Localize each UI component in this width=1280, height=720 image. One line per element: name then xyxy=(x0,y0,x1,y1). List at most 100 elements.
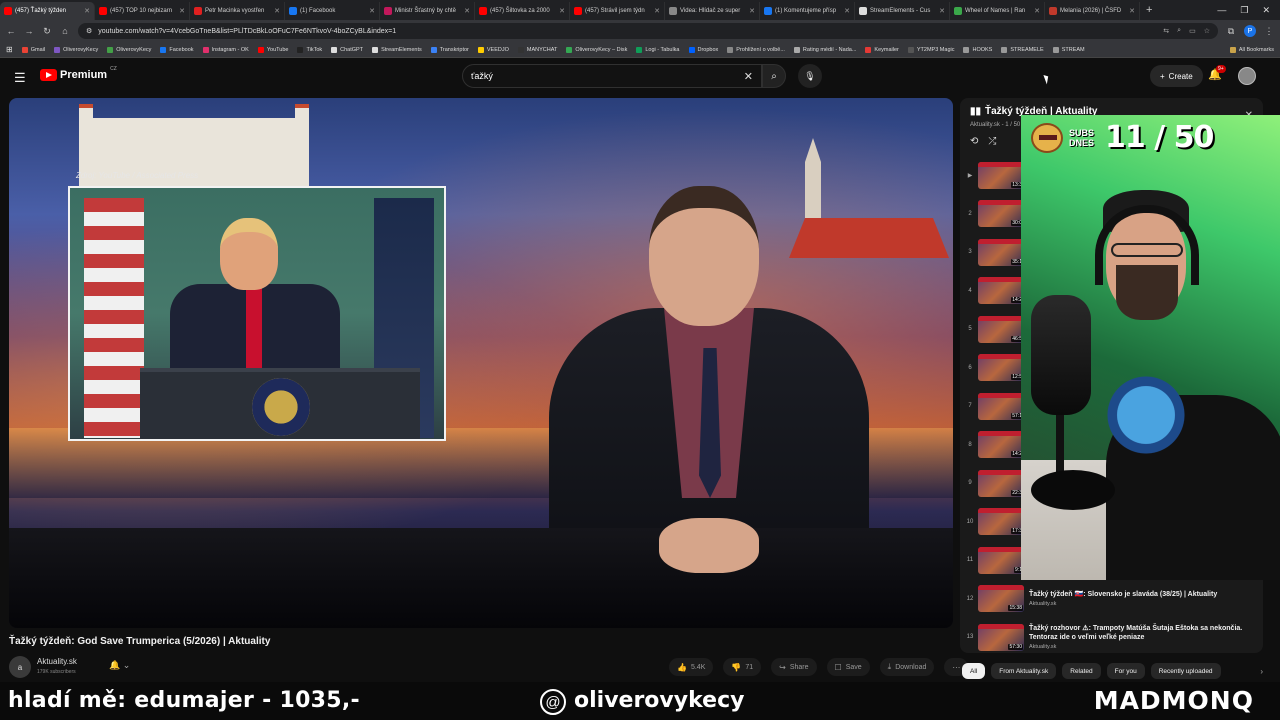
translate-icon[interactable]: ⇆ xyxy=(1163,27,1169,35)
browser-tab[interactable]: (457) Strávil jsem týdn ✕ xyxy=(570,2,665,20)
hamburger-menu-icon[interactable]: ☰ xyxy=(14,70,26,86)
bookmark-item[interactable]: Rating médií - Nada... xyxy=(793,46,856,53)
home-icon[interactable]: ⌂ xyxy=(60,26,70,36)
bookmark-item[interactable]: Dropbox xyxy=(688,46,718,53)
playlist-item[interactable]: 13 57:30 Ťažký rozhovor ⚠: Trampoty Matúša… xyxy=(960,618,1263,653)
browser-tab[interactable]: Videa: Hlídač ze super ✕ xyxy=(665,2,760,20)
filter-chip[interactable]: Recently uploaded xyxy=(1150,663,1221,679)
bookmark-item[interactable]: ChatGPT xyxy=(331,46,363,53)
site-info-icon[interactable]: ⚙ xyxy=(86,27,92,35)
bookmark-item[interactable]: OliverovyKecy xyxy=(54,46,98,53)
playlist-thumbnail[interactable]: 57:30 xyxy=(978,623,1024,651)
bookmark-item[interactable]: MANYCHAT xyxy=(517,46,557,53)
tab-close-icon[interactable]: ✕ xyxy=(654,7,660,15)
browser-tab[interactable]: Petr Macinka vyostřen ✕ xyxy=(190,2,285,20)
bookmark-item[interactable]: STREAMELE xyxy=(1001,46,1044,53)
playlist-thumbnail[interactable]: 57:1 xyxy=(978,392,1024,420)
url-omnibox[interactable]: ⚙ youtube.com/watch?v=4VcebGoTneB&list=P… xyxy=(78,23,1218,39)
bookmark-item[interactable]: Prohlížení o volbě... xyxy=(727,46,785,53)
bookmark-item[interactable]: Keymailer xyxy=(865,46,899,53)
browser-tab[interactable]: Melania (2026) | ČSFD ✕ xyxy=(1045,2,1140,20)
bookmark-item[interactable]: YT2MP3 Magic xyxy=(907,46,954,53)
browser-tab[interactable]: StreamElements - Cus ✕ xyxy=(855,2,950,20)
voice-search-button[interactable]: 🎙 xyxy=(798,64,822,88)
account-avatar[interactable] xyxy=(1238,67,1256,85)
filter-chip[interactable]: All xyxy=(962,663,986,679)
channel-avatar[interactable]: a xyxy=(9,656,31,678)
bookmark-item[interactable]: Facebook xyxy=(160,46,194,53)
channel-name[interactable]: Aktuality.sk xyxy=(37,657,77,666)
bookmark-item[interactable]: VEEDJO xyxy=(477,46,509,53)
playlist-thumbnail[interactable]: 17:3 xyxy=(978,508,1024,536)
playlist-thumbnail[interactable]: 22:3 xyxy=(978,469,1024,497)
like-button[interactable]: 👍 5.4K xyxy=(669,658,714,676)
tab-close-icon[interactable]: ✕ xyxy=(1129,7,1135,15)
playlist-thumbnail[interactable]: 35:1 xyxy=(978,238,1024,266)
bookmark-item[interactable]: OliverovyKecy – Disk xyxy=(566,46,627,53)
share-button[interactable]: ↪ Share xyxy=(771,658,817,676)
clear-search-icon[interactable]: ✕ xyxy=(744,70,753,83)
loop-icon[interactable]: ⟲ xyxy=(970,136,978,147)
download-button[interactable]: ⤓ Download xyxy=(879,658,935,676)
browser-tab[interactable]: (1) Komentujeme přísp ✕ xyxy=(760,2,855,20)
shuffle-icon[interactable]: ⤮ xyxy=(988,136,996,147)
bookmark-item[interactable]: Logi - Tabulka xyxy=(636,46,680,53)
video-player[interactable]: Zdroj: YouTube / Associated Press xyxy=(9,98,953,628)
save-button[interactable]: ☐ Save xyxy=(826,658,870,676)
tab-close-icon[interactable]: ✕ xyxy=(939,7,945,15)
filter-chip[interactable]: For you xyxy=(1106,663,1145,679)
create-button[interactable]: + Create xyxy=(1150,65,1203,87)
tab-close-icon[interactable]: ✕ xyxy=(464,7,470,15)
browser-tab[interactable]: (1) Facebook ✕ xyxy=(285,2,380,20)
all-bookmarks-button[interactable]: All Bookmarks xyxy=(1229,46,1274,53)
tab-close-icon[interactable]: ✕ xyxy=(749,7,755,15)
tab-close-icon[interactable]: ✕ xyxy=(274,7,280,15)
playlist-thumbnail[interactable]: 13:3 xyxy=(978,161,1024,189)
profile-avatar[interactable]: P xyxy=(1244,25,1256,37)
playlist-thumbnail[interactable]: 14:2 xyxy=(978,431,1024,459)
maximize-icon[interactable]: ❐ xyxy=(1240,5,1248,16)
bookmark-item[interactable]: Instagram - OK xyxy=(202,46,249,53)
playlist-thumbnail[interactable]: 9:1 xyxy=(978,546,1024,574)
search-button[interactable]: ⌕ xyxy=(762,64,786,88)
youtube-premium-logo[interactable]: Premium CZ xyxy=(40,66,117,81)
bookmark-item[interactable]: STREAM xyxy=(1052,46,1085,53)
minimize-icon[interactable]: — xyxy=(1217,5,1226,16)
forward-icon[interactable]: → xyxy=(24,26,34,36)
close-window-icon[interactable]: ✕ xyxy=(1262,5,1270,16)
browser-tab[interactable]: (457) Ťažký týžden ✕ xyxy=(0,2,95,20)
filter-chip[interactable]: From Aktuality.sk xyxy=(991,663,1057,679)
menu-kebab-icon[interactable]: ⋮ xyxy=(1264,26,1274,37)
bookmark-item[interactable]: Transkriptor xyxy=(430,46,469,53)
tab-close-icon[interactable]: ✕ xyxy=(84,7,90,15)
playlist-video-title[interactable]: Ťažký rozhovor ⚠: Trampoty Matúša Šutaja… xyxy=(1029,624,1244,642)
playlist-thumbnail[interactable]: 46:5 xyxy=(978,315,1024,343)
subscription-bell-icon[interactable]: 🔔 ⌄ xyxy=(109,660,130,671)
new-tab-button[interactable]: + xyxy=(1140,4,1158,16)
zoom-icon[interactable]: ⌕ xyxy=(1177,27,1181,35)
bookmark-star-icon[interactable]: ☆ xyxy=(1204,27,1210,35)
filter-chip[interactable]: Related xyxy=(1062,663,1101,679)
tab-close-icon[interactable]: ✕ xyxy=(559,7,565,15)
browser-tab[interactable]: Wheel of Names | Ran ✕ xyxy=(950,2,1045,20)
bookmark-item[interactable]: TikTok xyxy=(297,46,322,53)
apps-grid-icon[interactable]: ⊞ xyxy=(6,45,13,54)
bookmark-item[interactable]: OliverovyKecy xyxy=(107,46,151,53)
tab-close-icon[interactable]: ✕ xyxy=(1034,7,1040,15)
playlist-thumbnail[interactable]: 15:38 xyxy=(978,585,1024,613)
browser-tab[interactable]: Ministr Šťastný by chtě ✕ xyxy=(380,2,475,20)
cast-icon[interactable]: ▭ xyxy=(1189,27,1196,35)
playlist-thumbnail[interactable]: 12:5 xyxy=(978,354,1024,382)
playlist-item[interactable]: 12 15:38 Ťažký týždeň 🇸🇰: Slovensko je sla… xyxy=(960,580,1263,619)
bookmark-item[interactable]: StreamElements xyxy=(372,46,422,53)
back-icon[interactable]: ← xyxy=(6,26,16,36)
playlist-video-title[interactable]: Ťažký týždeň 🇸🇰: Slovensko je slaváda (3… xyxy=(1029,590,1244,599)
extensions-icon[interactable]: ⧉ xyxy=(1226,26,1236,37)
chevron-right-icon[interactable]: › xyxy=(1260,667,1263,676)
browser-tab[interactable]: (457) Šiltovka za 2000 ✕ xyxy=(475,2,570,20)
browser-tab[interactable]: (457) TOP 10 nejbizarn ✕ xyxy=(95,2,190,20)
search-input[interactable] xyxy=(471,71,744,81)
bookmark-item[interactable]: Gmail xyxy=(21,46,45,53)
reload-icon[interactable]: ↻ xyxy=(42,26,52,37)
dislike-button[interactable]: 👎 71 xyxy=(723,658,762,676)
